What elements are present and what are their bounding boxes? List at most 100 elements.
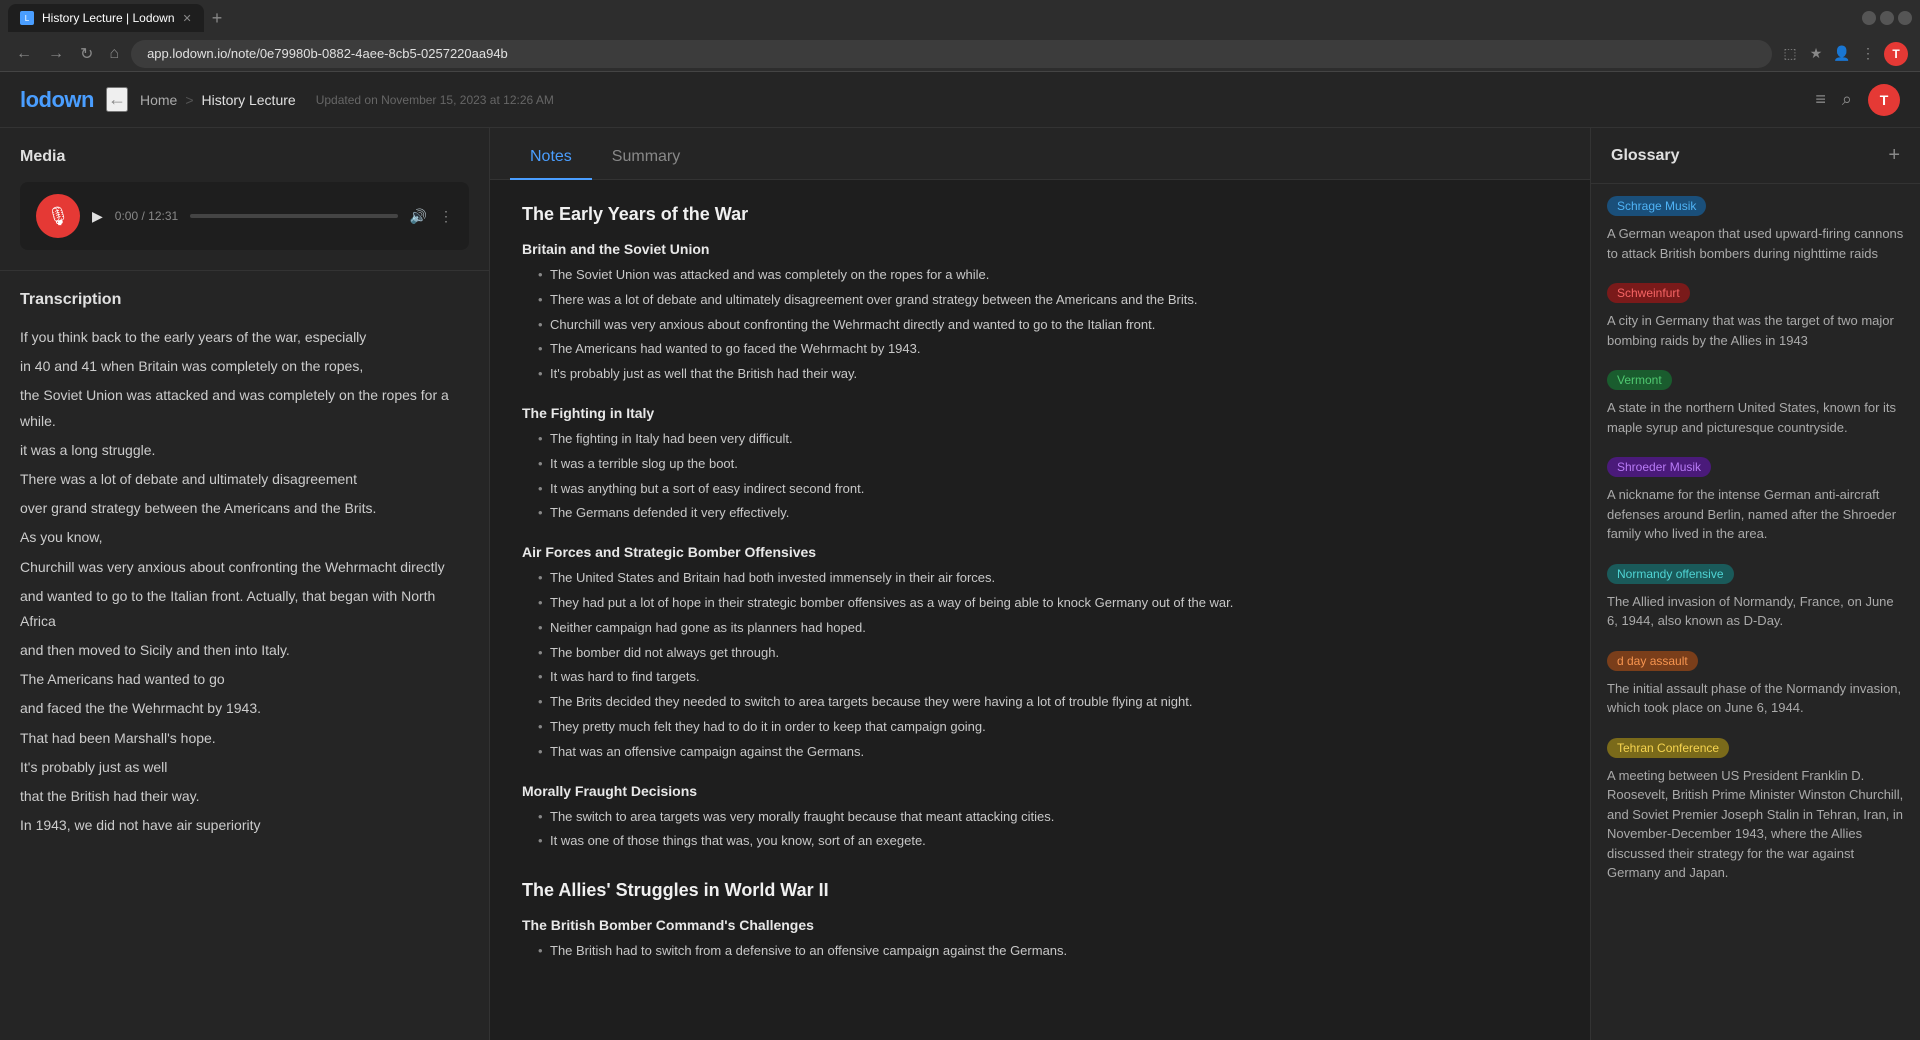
glossary-term[interactable]: Tehran Conference [1607,738,1729,758]
tab-notes[interactable]: Notes [510,136,592,180]
center-panel: Notes Summary The Early Years of the War… [490,128,1590,1040]
refresh-button[interactable]: ↻ [76,40,97,68]
transcription-line: and then moved to Sicily and then into I… [20,638,461,663]
play-button[interactable]: ▶ [92,208,103,225]
browser-titlebar: L History Lecture | Lodown ✕ + [0,0,1920,36]
left-panel: Media 🎙 ▶ 0:00 / 12:31 🔊 ⋮ [0,128,490,1040]
list-item: It was one of those things that was, you… [538,831,1558,852]
bullet-list: The United States and Britain had both i… [522,568,1558,762]
glossary-term[interactable]: d day assault [1607,651,1698,671]
transcription-line: As you know, [20,525,461,550]
transcription-line: and faced the the Wehrmacht by 1943. [20,696,461,721]
more-options-button[interactable]: ⋮ [439,208,453,225]
glossary-term[interactable]: Vermont [1607,370,1672,390]
user-avatar[interactable]: T [1868,84,1900,116]
tab-summary[interactable]: Summary [592,136,700,180]
list-item: The British had to switch from a defensi… [538,941,1558,962]
transcription-line: in 40 and 41 when Britain was completely… [20,354,461,379]
time-display: 0:00 / 12:31 [115,209,178,223]
glossary-header: Glossary + [1591,128,1920,184]
bullet-group: Britain and the Soviet Union The Soviet U… [522,241,1558,385]
glossary-item: Vermont A state in the northern United St… [1607,370,1904,437]
notes-section: The Early Years of the WarBritain and th… [522,204,1558,852]
transcription-content: If you think back to the early years of … [20,325,469,1020]
glossary-term[interactable]: Normandy offensive [1607,564,1734,584]
bookmark-icon[interactable]: ★ [1806,44,1826,64]
glossary-description: A city in Germany that was the target of… [1607,311,1904,350]
list-item: There was a lot of debate and ultimately… [538,290,1558,311]
app: lodown ← Home > History Lecture Updated … [0,72,1920,1040]
settings-more-icon[interactable]: ⋮ [1858,44,1878,64]
bullet-list: The British had to switch from a defensi… [522,941,1558,962]
breadcrumb: Home > History Lecture [140,92,296,108]
mic-button[interactable]: 🎙 [36,194,80,238]
bullet-group-title: Britain and the Soviet Union [522,241,1558,257]
list-item: The Americans had wanted to go faced the… [538,339,1558,360]
breadcrumb-home[interactable]: Home [140,92,177,108]
glossary-description: A state in the northern United States, k… [1607,398,1904,437]
new-tab-button[interactable]: + [212,8,223,29]
glossary-content: Schrage MusikA German weapon that used u… [1591,184,1920,1040]
notes-section: The Allies' Struggles in World War IIThe… [522,880,1558,962]
header-actions: ≡ ⌕ T [1815,84,1900,116]
nav-back-button[interactable]: ← [106,87,128,112]
glossary-description: The Allied invasion of Normandy, France,… [1607,592,1904,631]
glossary-description: A nickname for the intense German anti-a… [1607,485,1904,544]
close-button[interactable] [1898,11,1912,25]
list-item: They had put a lot of hope in their stra… [538,593,1558,614]
media-section: Media 🎙 ▶ 0:00 / 12:31 🔊 ⋮ [0,128,489,271]
maximize-button[interactable] [1880,11,1894,25]
list-item: They pretty much felt they had to do it … [538,717,1558,738]
transcription-line: it was a long struggle. [20,438,461,463]
bullet-list: The switch to area targets was very mora… [522,807,1558,853]
list-item: Neither campaign had gone as its planner… [538,618,1558,639]
glossary-item: d day assaultThe initial assault phase o… [1607,651,1904,718]
browser-profile-icon[interactable]: T [1884,42,1908,66]
progress-bar[interactable] [190,214,397,218]
audio-player: 🎙 ▶ 0:00 / 12:31 🔊 ⋮ [20,182,469,250]
glossary-item: Normandy offensive The Allied invasion of… [1607,564,1904,631]
home-button[interactable]: ⌂ [105,41,123,67]
list-item: It was a terrible slog up the boot. [538,454,1558,475]
tabs-bar: Notes Summary [490,128,1590,180]
bullet-group-title: The British Bomber Command's Challenges [522,917,1558,933]
transcription-line: If you think back to the early years of … [20,325,461,350]
notes-content: The Early Years of the WarBritain and th… [490,180,1590,1040]
volume-button[interactable]: 🔊 [410,208,427,225]
search-icon[interactable]: ⌕ [1842,89,1852,110]
tab-close-btn[interactable]: ✕ [183,12,192,25]
bullet-list: The Soviet Union was attacked and was co… [522,265,1558,385]
list-item: The switch to area targets was very mora… [538,807,1558,828]
bullet-group: The Fighting in ItalyThe fighting in Ita… [522,405,1558,524]
glossary-item: Tehran Conference A meeting between US Pr… [1607,738,1904,883]
transcription-line: It's probably just as well [20,755,461,780]
back-button[interactable]: ← [12,41,36,67]
glossary-term[interactable]: Shroeder Musik [1607,457,1711,477]
glossary-term[interactable]: Schweinfurt [1607,283,1690,303]
bullet-group-title: The Fighting in Italy [522,405,1558,421]
bullet-group: The British Bomber Command's Challenges T… [522,917,1558,962]
user-icon[interactable]: 👤 [1832,44,1852,64]
app-header: lodown ← Home > History Lecture Updated … [0,72,1920,128]
extensions-icon[interactable]: ⬚ [1780,44,1800,64]
glossary-item: Schrage MusikA German weapon that used u… [1607,196,1904,263]
glossary-item: Schweinfurt A city in Germany that was th… [1607,283,1904,350]
transcription-line: The Americans had wanted to go [20,667,461,692]
address-bar[interactable] [131,40,1772,68]
minimize-button[interactable] [1862,11,1876,25]
active-tab[interactable]: L History Lecture | Lodown ✕ [8,4,204,32]
bullet-group-title: Morally Fraught Decisions [522,783,1558,799]
glossary-term[interactable]: Schrage Musik [1607,196,1706,216]
transcription-line: Churchill was very anxious about confron… [20,555,461,580]
breadcrumb-current: History Lecture [202,92,296,108]
mic-icon: 🎙 [47,206,70,227]
glossary-description: A meeting between US President Franklin … [1607,766,1904,883]
add-glossary-button[interactable]: + [1888,144,1900,167]
bullet-group-title: Air Forces and Strategic Bomber Offensiv… [522,544,1558,560]
list-item: The Soviet Union was attacked and was co… [538,265,1558,286]
forward-button[interactable]: → [44,41,68,67]
tab-favicon: L [20,11,34,25]
tab-title: History Lecture | Lodown [42,11,175,25]
menu-icon[interactable]: ≡ [1815,89,1826,110]
transcription-line: the Soviet Union was attacked and was co… [20,383,461,433]
